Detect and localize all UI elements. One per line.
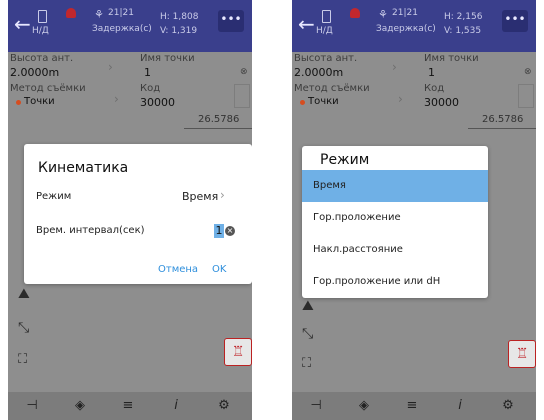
- list-icon[interactable]: ≡: [402, 398, 422, 413]
- points-map-icon[interactable]: ⛰: [18, 286, 30, 302]
- layers-icon[interactable]: ◈: [354, 398, 374, 413]
- delay-label: Задержка(с): [376, 24, 436, 34]
- settings-icon[interactable]: ⚙: [214, 398, 234, 413]
- code-label: Код: [140, 83, 161, 94]
- dialog-title: Кинематика: [38, 160, 129, 176]
- point-name-field[interactable]: 1: [144, 66, 151, 79]
- h-precision: H: 1,808: [160, 12, 199, 22]
- fix-status: Н/Д: [316, 26, 333, 36]
- clear-icon[interactable]: ⊗: [524, 67, 532, 77]
- expand-icon[interactable]: ⛶: [18, 352, 27, 367]
- distance-value: 26.5786: [198, 114, 240, 125]
- point-name-label: Имя точки: [424, 53, 479, 64]
- status-bar: ← Н/Д ⚘ 21|21 Задержка(с) H: 2,156 V: 1,…: [292, 0, 536, 52]
- method-dot-icon: [300, 100, 305, 105]
- phone-icon: [38, 10, 47, 23]
- interval-label: Врем. интервал(сек): [36, 225, 145, 236]
- left-screen: ← Н/Д ⚘ 21|21 Задержка(с) H: 1,808 V: 1,…: [8, 0, 252, 420]
- mode-dialog: Режим Время Гор.проложение Накл.расстояние…: [302, 146, 488, 298]
- h-precision: H: 2,156: [444, 12, 483, 22]
- antenna-height-value[interactable]: 2.0000m: [10, 66, 59, 79]
- recording-icon: [66, 8, 76, 18]
- cancel-button[interactable]: Отмена: [158, 264, 198, 275]
- v-precision: V: 1,535: [444, 26, 482, 36]
- info-icon[interactable]: i: [166, 398, 186, 413]
- bottom-toolbar: ⊣ ◈ ≡ i ⚙: [8, 392, 252, 420]
- ruler-icon[interactable]: ⊣: [306, 398, 326, 413]
- layers-icon[interactable]: ◈: [70, 398, 90, 413]
- menu-dots-icon[interactable]: •••: [218, 10, 244, 32]
- chevron-right-icon[interactable]: ›: [220, 188, 225, 202]
- bottom-toolbar: ⊣ ◈ ≡ i ⚙: [292, 392, 536, 420]
- stakeout-icon[interactable]: ♖: [224, 338, 252, 366]
- right-screen: ← Н/Д ⚘ 21|21 Задержка(с) H: 2,156 V: 1,…: [292, 0, 536, 420]
- satellite-icon: ⚘: [94, 8, 104, 21]
- settings-icon[interactable]: ⚙: [498, 398, 518, 413]
- method-dot-icon: [16, 100, 21, 105]
- code-field[interactable]: 30000: [424, 96, 459, 109]
- back-arrow-icon[interactable]: ←: [14, 14, 31, 34]
- clear-icon[interactable]: ×: [225, 226, 235, 236]
- chevron-right-icon[interactable]: ›: [114, 92, 119, 106]
- phone-icon: [322, 10, 331, 23]
- recording-icon: [350, 8, 360, 18]
- mode-option[interactable]: Накл.расстояние: [302, 234, 488, 266]
- antenna-height-label: Высота ант.: [294, 53, 358, 64]
- interval-input[interactable]: 1: [214, 224, 224, 238]
- dialog-title: Режим: [320, 152, 370, 168]
- back-arrow-icon[interactable]: ←: [298, 14, 315, 34]
- points-map-icon[interactable]: ⛰: [302, 298, 314, 314]
- method-label: Метод съёмки: [294, 83, 370, 94]
- code-picker-button[interactable]: [518, 84, 534, 108]
- distance-value: 26.5786: [482, 114, 524, 125]
- v-precision: V: 1,319: [160, 26, 198, 36]
- mode-option[interactable]: Время: [302, 170, 488, 202]
- code-label: Код: [424, 83, 445, 94]
- antenna-height-value[interactable]: 2.0000m: [294, 66, 343, 79]
- satellite-count: 21|21: [108, 8, 134, 18]
- antenna-height-label: Высота ант.: [10, 53, 74, 64]
- delay-label: Задержка(с): [92, 24, 152, 34]
- stakeout-icon[interactable]: ♖: [508, 340, 536, 368]
- fix-status: Н/Д: [32, 26, 49, 36]
- info-icon[interactable]: i: [450, 398, 470, 413]
- code-picker-button[interactable]: [234, 84, 250, 108]
- collapse-icon[interactable]: ⤡: [18, 320, 29, 336]
- mode-label: Режим: [36, 191, 72, 202]
- kinematics-dialog: Кинематика Режим Время › Врем. интервал(…: [24, 144, 252, 284]
- status-bar: ← Н/Д ⚘ 21|21 Задержка(с) H: 1,808 V: 1,…: [8, 0, 252, 52]
- code-field[interactable]: 30000: [140, 96, 175, 109]
- point-name-label: Имя точки: [140, 53, 195, 64]
- point-name-field[interactable]: 1: [428, 66, 435, 79]
- chevron-right-icon[interactable]: ›: [108, 60, 113, 74]
- ruler-icon[interactable]: ⊣: [22, 398, 42, 413]
- divider: [184, 128, 252, 129]
- chevron-right-icon[interactable]: ›: [398, 92, 403, 106]
- clear-icon[interactable]: ⊗: [240, 67, 248, 77]
- mode-value[interactable]: Время: [182, 190, 218, 203]
- method-label: Метод съёмки: [10, 83, 86, 94]
- method-value[interactable]: Точки: [308, 96, 339, 107]
- method-value[interactable]: Точки: [24, 96, 55, 107]
- satellite-icon: ⚘: [378, 8, 388, 21]
- collapse-icon[interactable]: ⤡: [302, 326, 313, 342]
- mode-option[interactable]: Гор.проложение: [302, 202, 488, 234]
- ok-button[interactable]: OK: [212, 264, 226, 275]
- chevron-right-icon[interactable]: ›: [392, 60, 397, 74]
- satellite-count: 21|21: [392, 8, 418, 18]
- expand-icon[interactable]: ⛶: [302, 356, 311, 371]
- divider: [468, 128, 536, 129]
- list-icon[interactable]: ≡: [118, 398, 138, 413]
- menu-dots-icon[interactable]: •••: [502, 10, 528, 32]
- mode-option[interactable]: Гор.проложение или dH: [302, 266, 488, 298]
